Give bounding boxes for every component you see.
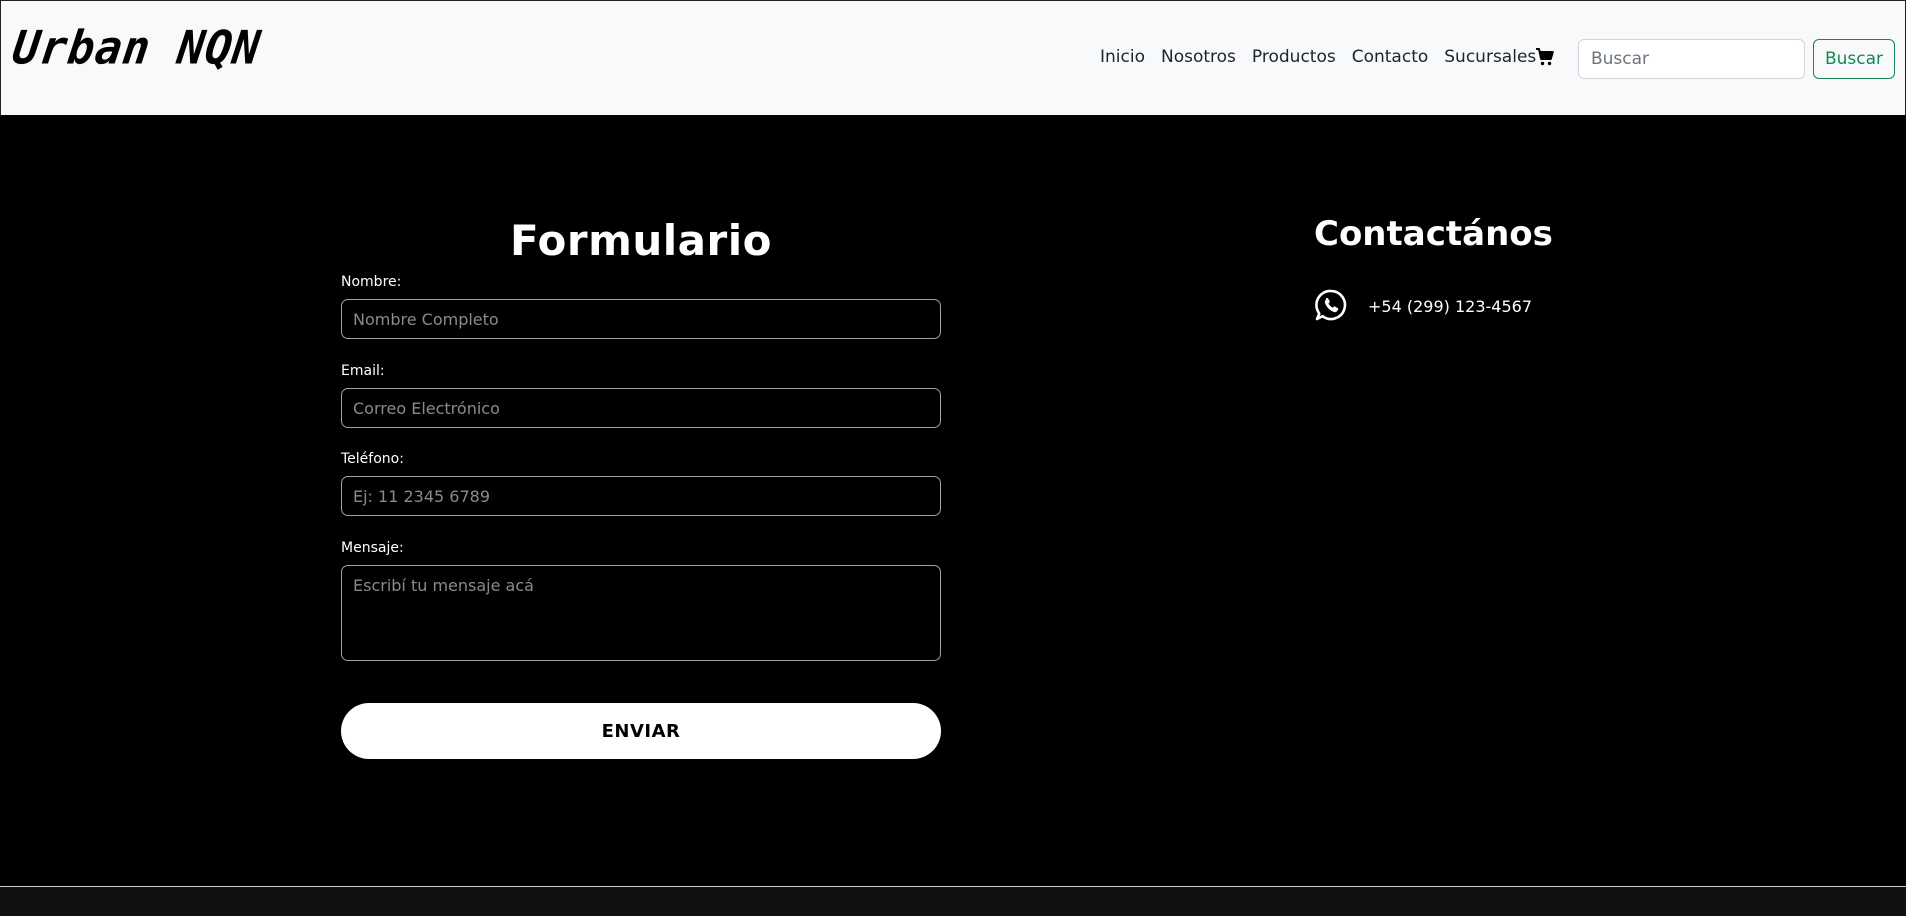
whatsapp-icon[interactable] — [1314, 288, 1348, 322]
navbar: Urban NQN Inicio Nosotros Productos Cont… — [0, 0, 1906, 115]
name-label: Nombre: — [341, 274, 402, 290]
message-field[interactable] — [341, 565, 941, 661]
cart-icon[interactable] — [1535, 47, 1555, 67]
phone-label: Teléfono: — [341, 451, 404, 467]
search-input[interactable] — [1578, 39, 1805, 79]
submit-button[interactable]: ENVIAR — [341, 703, 941, 759]
nav-link-nosotros[interactable]: Nosotros — [1161, 47, 1236, 67]
email-label: Email: — [341, 363, 385, 379]
footer — [0, 886, 1906, 916]
brand-logo[interactable]: Urban NQN — [9, 22, 264, 76]
nav-link-sucursales[interactable]: Sucursales — [1444, 47, 1536, 67]
phone-field[interactable] — [341, 476, 941, 516]
nav-link-productos[interactable]: Productos — [1252, 47, 1336, 67]
form-title: Formulario — [510, 216, 772, 265]
name-field[interactable] — [341, 299, 941, 339]
nav-link-contacto[interactable]: Contacto — [1352, 47, 1429, 67]
search-button[interactable]: Buscar — [1813, 39, 1895, 79]
message-label: Mensaje: — [341, 540, 404, 556]
phone-number: +54 (299) 123-4567 — [1368, 297, 1532, 316]
nav-links: Inicio Nosotros Productos Contacto Sucur… — [1100, 47, 1552, 67]
nav-link-inicio[interactable]: Inicio — [1100, 47, 1145, 67]
contact-title: Contactános — [1314, 214, 1553, 254]
email-field[interactable] — [341, 388, 941, 428]
